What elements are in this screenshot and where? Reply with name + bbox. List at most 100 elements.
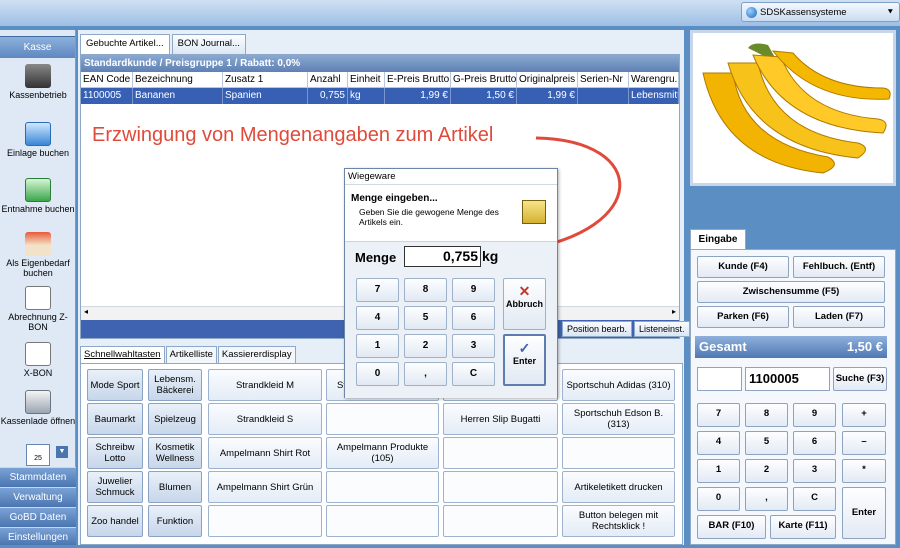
sidebar-item-einlage[interactable]: Einlage buchen	[0, 122, 76, 158]
quick-article-button[interactable]: Ampelmann Shirt Rot	[208, 437, 322, 469]
key-clear[interactable]: C	[452, 362, 495, 386]
enter-button[interactable]: ✓ Enter	[503, 334, 546, 386]
tab-bon-journal[interactable]: BON Journal...	[171, 34, 246, 54]
kunde-button[interactable]: Kunde (F4)	[697, 256, 789, 278]
col-seriennr[interactable]: Serien-Nr	[578, 72, 629, 88]
col-epreis[interactable]: E-Preis Brutto	[385, 72, 451, 88]
key-multiply[interactable]: *	[842, 459, 886, 483]
quick-category-lebensmittel[interactable]: Lebensm. Bäckerei	[148, 369, 202, 401]
quick-article-button[interactable]: Sportschuh Adidas (310)	[562, 369, 675, 401]
key-8[interactable]: 8	[745, 403, 788, 427]
quick-article-button[interactable]	[326, 505, 439, 537]
zwischensumme-button[interactable]: Zwischensumme (F5)	[697, 281, 885, 303]
key-5[interactable]: 5	[745, 431, 788, 455]
quantity-input[interactable]: 0,755	[404, 246, 481, 267]
position-edit-button[interactable]: Position bearb.	[562, 321, 633, 337]
quick-label-print-button[interactable]: Artikeletikett drucken	[562, 471, 675, 503]
quick-article-button[interactable]	[208, 505, 322, 537]
list-settings-button[interactable]: Listeneinst.	[634, 321, 690, 337]
key-7[interactable]: 7	[356, 278, 399, 302]
key-2[interactable]: 2	[745, 459, 788, 483]
nav-einstellungen[interactable]: Einstellungen	[0, 527, 76, 545]
col-originalpreis[interactable]: Originalpreis	[517, 72, 578, 88]
sidebar-item-eigenbedarf[interactable]: Als Eigenbedarf buchen	[0, 232, 76, 278]
quick-category-schreibwaren[interactable]: Schreibw Lotto	[87, 437, 143, 469]
key-9[interactable]: 9	[452, 278, 495, 302]
tab-artikelliste[interactable]: Artikelliste	[165, 346, 217, 363]
quick-article-button[interactable]: Sportschuh Edson B. (313)	[562, 403, 675, 435]
key-5[interactable]: 5	[404, 306, 447, 330]
col-zusatz[interactable]: Zusatz 1	[223, 72, 308, 88]
quantity-field[interactable]	[697, 367, 742, 391]
key-1[interactable]: 1	[356, 334, 399, 358]
laden-button[interactable]: Laden (F7)	[793, 306, 885, 328]
karte-button[interactable]: Karte (F11)	[770, 515, 836, 539]
quick-article-button[interactable]	[443, 505, 558, 537]
sidebar-item-kassenlade[interactable]: Kassenlade öffnen	[0, 390, 76, 426]
key-1[interactable]: 1	[697, 459, 740, 483]
cancel-button[interactable]: ✕ Abbruch	[503, 278, 546, 330]
key-3[interactable]: 3	[793, 459, 836, 483]
key-7[interactable]: 7	[697, 403, 740, 427]
quick-article-button[interactable]: Ampelmann Shirt Grün	[208, 471, 322, 503]
barcode-input[interactable]: 1100005	[745, 367, 830, 391]
key-0[interactable]: 0	[697, 487, 740, 511]
quick-article-button[interactable]	[443, 437, 558, 469]
quick-article-button[interactable]: Strandkleid M	[208, 369, 322, 401]
quick-article-button[interactable]	[326, 471, 439, 503]
quick-category-kosmetik[interactable]: Kosmetik Wellness	[148, 437, 202, 469]
quick-article-button[interactable]	[562, 437, 675, 469]
tab-eingabe[interactable]: Eingabe	[690, 229, 746, 249]
col-warengruppe[interactable]: Warengru...	[629, 72, 679, 88]
fehlbuchung-button[interactable]: Fehlbuch. (Entf)	[793, 256, 885, 278]
quick-assign-hint-button[interactable]: Button belegen mit Rechtsklick !	[562, 505, 675, 537]
quick-article-button[interactable]: Strandkleid S	[208, 403, 322, 435]
key-comma[interactable]: ,	[404, 362, 447, 386]
nav-verwaltung[interactable]: Verwaltung	[0, 487, 76, 507]
col-gpreis[interactable]: G-Preis Brutto	[451, 72, 517, 88]
quick-category-mode-sport[interactable]: Mode Sport	[87, 369, 143, 401]
key-8[interactable]: 8	[404, 278, 447, 302]
quick-category-juwelier[interactable]: Juwelier Schmuck	[87, 471, 143, 503]
sidebar-item-zbon[interactable]: Abrechnung Z-BON	[0, 286, 76, 332]
key-0[interactable]: 0	[356, 362, 399, 386]
scroll-left-icon[interactable]: ◂	[84, 307, 88, 316]
scroll-right-icon[interactable]: ▸	[672, 307, 676, 316]
enter-button[interactable]: Enter	[842, 487, 886, 539]
quick-article-button[interactable]: Ampelmann Produkte (105)	[326, 437, 439, 469]
sidebar-item-xbon[interactable]: X-BON	[0, 342, 76, 378]
key-plus[interactable]: +	[842, 403, 886, 427]
quick-article-button[interactable]	[326, 403, 439, 435]
key-2[interactable]: 2	[404, 334, 447, 358]
col-einheit[interactable]: Einheit	[348, 72, 385, 88]
key-4[interactable]: 4	[697, 431, 740, 455]
key-clear[interactable]: C	[793, 487, 836, 511]
chevron-down-icon[interactable]: ⯆	[887, 7, 894, 18]
key-4[interactable]: 4	[356, 306, 399, 330]
tab-kassiererdisplay[interactable]: Kassiererdisplay	[217, 346, 296, 363]
col-bezeichnung[interactable]: Bezeichnung	[133, 72, 223, 88]
quick-category-baumarkt[interactable]: Baumarkt	[87, 403, 143, 435]
bar-button[interactable]: BAR (F10)	[697, 515, 766, 539]
quick-category-spielzeug[interactable]: Spielzeug	[148, 403, 202, 435]
key-minus[interactable]: –	[842, 431, 886, 455]
sidebar-item-kassenbetrieb[interactable]: Kassenbetrieb	[0, 64, 76, 100]
nav-gobd-daten[interactable]: GoBD Daten	[0, 507, 76, 527]
scroll-down-icon[interactable]: ▼	[56, 446, 68, 458]
key-6[interactable]: 6	[452, 306, 495, 330]
table-row[interactable]: 1100005 Bananen Spanien 0,755 kg 1,99 € …	[81, 88, 679, 104]
col-anzahl[interactable]: Anzahl	[308, 72, 348, 88]
tab-schnellwahltasten[interactable]: Schnellwahltasten	[80, 346, 165, 363]
parken-button[interactable]: Parken (F6)	[697, 306, 789, 328]
quick-category-blumen[interactable]: Blumen	[148, 471, 202, 503]
quick-article-button[interactable]: Herren Slip Bugatti	[443, 403, 558, 435]
suche-button[interactable]: Suche (F3)	[833, 367, 887, 391]
key-6[interactable]: 6	[793, 431, 836, 455]
system-combo[interactable]: SDSKassensysteme ⯆	[741, 2, 900, 22]
tab-gebuchte-artikel[interactable]: Gebuchte Artikel...	[80, 34, 170, 54]
nav-stammdaten[interactable]: Stammdaten	[0, 467, 76, 487]
col-ean[interactable]: EAN Code	[81, 72, 133, 88]
calendar-icon[interactable]: 25	[26, 444, 50, 466]
sidebar-item-entnahme[interactable]: Entnahme buchen	[0, 178, 76, 214]
quick-article-button[interactable]	[443, 471, 558, 503]
